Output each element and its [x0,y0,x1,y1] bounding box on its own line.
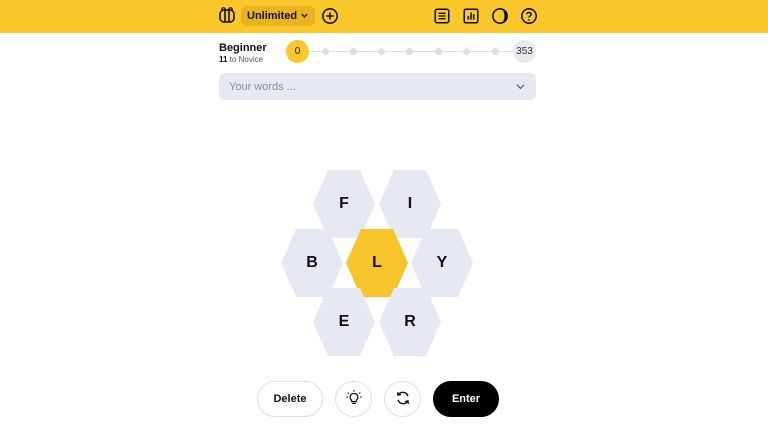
max-score: 353 [513,40,536,63]
dark-mode-icon[interactable] [490,6,510,26]
progress-milestone [406,48,413,55]
mode-label: Unlimited [247,10,298,22]
chevron-down-icon [515,81,526,92]
progress-milestone [378,48,385,55]
bee-logo-icon[interactable] [217,7,237,25]
rank-info: Beginner 11 to Novice [219,42,267,64]
delete-button[interactable]: Delete [257,381,323,417]
help-icon[interactable] [519,6,539,26]
progress-milestone [322,48,329,55]
hive-cell-bottom-left[interactable]: E [312,287,376,357]
mode-dropdown[interactable]: Unlimited [241,6,316,26]
hive-cell-bottom-right[interactable]: R [378,287,442,357]
rank-title: Beginner [219,42,267,54]
list-icon[interactable] [432,6,452,26]
progress-milestone [492,48,499,55]
progress-milestone [435,48,442,55]
shuffle-button[interactable] [384,381,421,417]
lightbulb-icon [345,389,363,410]
rank-subtitle: 11 to Novice [219,55,267,64]
progress-milestone [463,48,470,55]
hive-letter: E [338,313,350,330]
shuffle-icon [394,389,412,410]
progress-milestone [350,48,357,55]
current-score: 0 [286,40,309,63]
chevron-down-icon [300,11,309,22]
hive-letter: R [404,313,416,330]
found-words-dropdown[interactable]: Your words ... [219,73,536,100]
hint-button[interactable] [335,381,372,417]
bar-chart-icon[interactable] [461,6,481,26]
progress-bar[interactable]: 0 353 [286,40,536,64]
enter-button[interactable]: Enter [433,381,499,417]
found-words-placeholder: Your words ... [229,80,296,93]
top-bar: Unlimited [0,0,768,33]
plus-circle-icon[interactable] [320,6,340,26]
letter-hive: F I B L Y E R [0,0,768,432]
next-rank-text: to Novice [229,55,264,64]
points-to-next: 11 [219,55,228,64]
